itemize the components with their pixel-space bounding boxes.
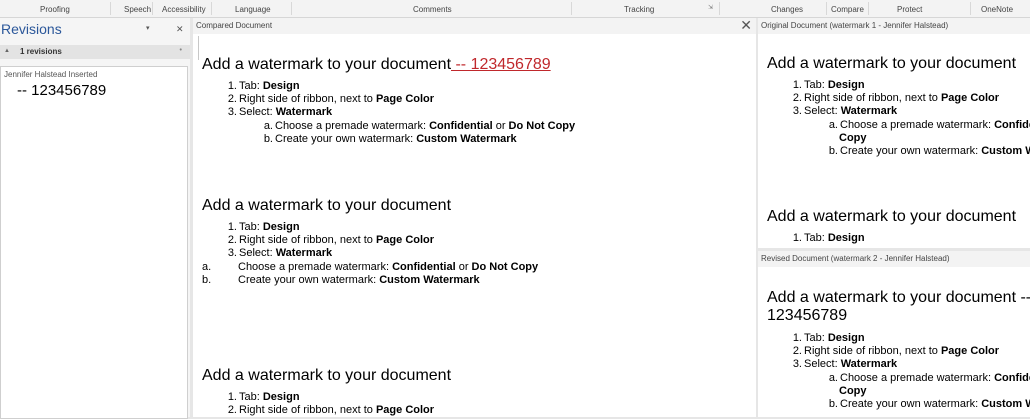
- list-item: 2. Right side of ribbon, next to Page Col…: [792, 345, 1000, 357]
- close-icon[interactable]: ✕: [740, 18, 752, 34]
- list-item: 3. Select: Watermark: [792, 358, 898, 370]
- document-heading: Add a watermark to your document: [202, 197, 452, 214]
- ribbon-separator: [571, 2, 572, 15]
- ribbon-group-accessibility[interactable]: Accessibility: [162, 5, 206, 14]
- list-item: 2. Right side of ribbon, next to Page Col…: [227, 93, 435, 105]
- ribbon-group-language[interactable]: Language: [235, 5, 271, 14]
- list-item: 1. Tab: Design: [227, 80, 300, 92]
- list-item: 1. Tab: Design: [792, 79, 865, 91]
- pane-options-chevron-icon[interactable]: ▾: [146, 24, 150, 32]
- list-item: 2. Right side of ribbon, next to Page Col…: [227, 234, 435, 246]
- revision-inserted-text: -- 123456789: [17, 82, 107, 99]
- ribbon-separator: [719, 2, 720, 15]
- revised-document-pane[interactable]: Revised Document (watermark 2 - Jennifer…: [758, 251, 1030, 417]
- list-item: 1. Tab: Design: [227, 221, 300, 233]
- list-item: 2. Right side of ribbon, next to Page Col…: [227, 404, 435, 416]
- ribbon-group-changes[interactable]: Changes: [771, 5, 803, 14]
- ribbon-group-compare[interactable]: Compare: [831, 5, 864, 14]
- list-item: a.Choose a premade watermark: Confide: [828, 119, 1030, 131]
- list-item: 1. Tab: Design: [792, 332, 865, 344]
- list-item: b. Create your own watermark: Custom Wate…: [202, 274, 480, 286]
- list-item: a.Choose a premade watermark: Confide: [828, 372, 1030, 384]
- expand-detail-icon[interactable]: •: [180, 47, 182, 54]
- list-item: b.Create your own watermark: Custom W: [828, 398, 1030, 410]
- compared-document-pane[interactable]: Compared Document ✕ Add a watermark to y…: [193, 18, 756, 417]
- revisions-list: Jennifer Halstead Inserted -- 123456789: [0, 66, 188, 419]
- revisions-count-bar[interactable]: ▲ 1 revisions •: [0, 45, 190, 59]
- compared-document-title: Compared Document: [196, 21, 273, 30]
- list-item: a. Choose a premade watermark: Confidenti…: [202, 261, 539, 273]
- ribbon-group-speech[interactable]: Speech: [124, 5, 151, 14]
- revised-document-header: Revised Document (watermark 2 - Jennifer…: [758, 251, 1030, 267]
- document-heading: Add a watermark to your document: [202, 367, 452, 384]
- wrapped-text: Copy: [839, 385, 867, 397]
- original-document-pane[interactable]: Original Document (watermark 1 - Jennife…: [758, 18, 1030, 248]
- list-item: 3. Select: Watermark: [792, 105, 898, 117]
- revised-document-title: Revised Document (watermark 2 - Jennifer…: [761, 254, 950, 263]
- ribbon-group-proofing[interactable]: Proofing: [40, 5, 70, 14]
- list-item: 3. Select: Watermark: [227, 106, 333, 118]
- ribbon-group-tracking[interactable]: Tracking: [624, 5, 654, 14]
- ribbon-separator: [110, 2, 111, 15]
- list-item: 1. Tab: Design: [792, 232, 865, 244]
- document-heading: Add a watermark to your document: [767, 208, 1017, 225]
- list-item: b.Create your own watermark: Custom W: [828, 145, 1030, 157]
- revisions-count: 1 revisions: [20, 47, 62, 56]
- change-bar: [198, 36, 199, 60]
- revision-author: Jennifer Halstead Inserted: [4, 70, 98, 79]
- revisions-pane: Revisions ▾ ✕ ▲ 1 revisions • Jennifer H…: [0, 18, 190, 419]
- ribbon-group-comments[interactable]: Comments: [413, 5, 452, 14]
- document-heading: Add a watermark to your document --: [767, 289, 1030, 306]
- ribbon-group-protect[interactable]: Protect: [897, 5, 922, 14]
- list-item: a. Choose a premade watermark: Confidenti…: [263, 120, 576, 132]
- revisions-pane-title: Revisions: [1, 21, 62, 37]
- ribbon-separator: [211, 2, 212, 15]
- ribbon-separator: [291, 2, 292, 15]
- ribbon-separator: [826, 2, 827, 15]
- ribbon-separator: [152, 2, 153, 15]
- list-item: 1. Tab: Design: [227, 391, 300, 403]
- list-item: 3. Select: Watermark: [227, 247, 333, 259]
- ribbon-group-bar: Proofing Speech Accessibility Language C…: [0, 0, 1030, 18]
- wrapped-text: Copy: [839, 132, 867, 144]
- compared-document-header: Compared Document ✕: [193, 18, 756, 34]
- ribbon-group-onenote[interactable]: OneNote: [981, 5, 1013, 14]
- document-heading: Add a watermark to your document -- 1234…: [202, 56, 551, 73]
- document-heading: Add a watermark to your document: [767, 55, 1017, 72]
- document-heading-continued: 123456789: [767, 307, 848, 324]
- list-item: 2. Right side of ribbon, next to Page Col…: [792, 92, 1000, 104]
- ribbon-separator: [970, 2, 971, 15]
- ribbon-separator: [868, 2, 869, 15]
- original-document-header: Original Document (watermark 1 - Jennife…: [758, 18, 1030, 34]
- dialog-launcher-icon[interactable]: ⇲: [708, 4, 713, 11]
- collapse-triangle-icon[interactable]: ▲: [4, 48, 10, 54]
- close-icon[interactable]: ✕: [176, 24, 184, 35]
- original-document-title: Original Document (watermark 1 - Jennife…: [761, 21, 949, 30]
- list-item: b. Create your own watermark: Custom Wate…: [263, 133, 517, 145]
- inserted-text: -- 123456789: [451, 56, 551, 73]
